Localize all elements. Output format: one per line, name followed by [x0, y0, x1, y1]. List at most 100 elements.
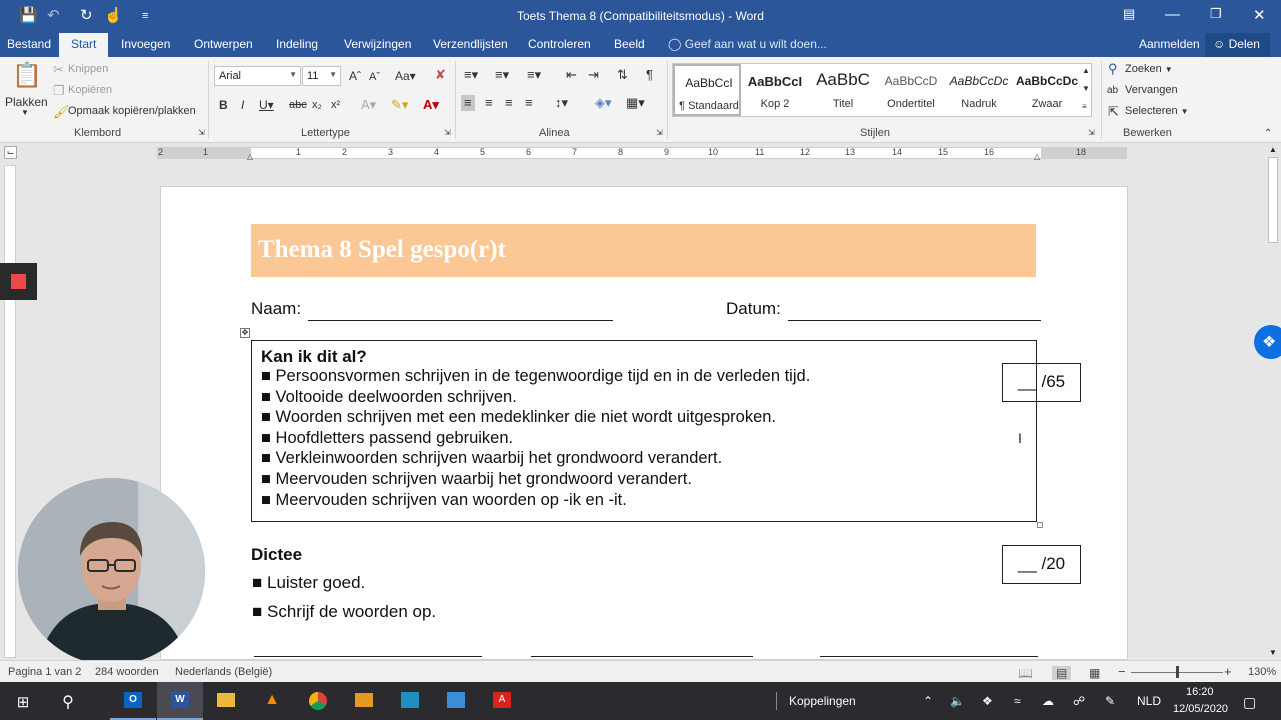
tab-verzendlijsten[interactable]: Verzendlijsten: [433, 37, 508, 51]
word-taskbar-icon[interactable]: W: [157, 682, 203, 720]
wifi-icon[interactable]: ≈: [1014, 694, 1021, 708]
scroll-down-icon[interactable]: ▼: [1269, 648, 1277, 657]
outlook-icon[interactable]: O: [110, 682, 156, 720]
subscript-icon[interactable]: x₂: [312, 97, 322, 113]
underline-icon[interactable]: U▾: [259, 97, 274, 113]
indent-marker-icon[interactable]: △: [247, 152, 253, 161]
tab-start[interactable]: Start: [59, 33, 109, 57]
paragraph-launcher-icon[interactable]: ⇲: [656, 128, 663, 137]
italic-icon[interactable]: I: [241, 97, 244, 113]
style-zwaar[interactable]: AaBbCcDc Zwaar: [1013, 64, 1081, 116]
style-standaard[interactable]: AaBbCcI ¶ Standaard: [673, 64, 741, 116]
collapse-ribbon-icon[interactable]: ⌃: [1264, 128, 1272, 139]
decrease-indent-icon[interactable]: ⇤: [566, 67, 577, 83]
stop-recording-button[interactable]: [0, 263, 37, 300]
borders-icon[interactable]: ▦▾: [626, 95, 645, 111]
tab-selector-icon[interactable]: ⌙: [4, 146, 17, 159]
replace-button[interactable]: Vervangen: [1125, 84, 1178, 96]
align-left-icon[interactable]: ≡: [461, 95, 475, 111]
vlc-icon[interactable]: ▲: [249, 682, 295, 720]
font-color-icon[interactable]: A▾: [423, 97, 439, 113]
tab-beeld[interactable]: Beeld: [614, 37, 645, 51]
web-layout-icon[interactable]: ▦: [1089, 666, 1100, 680]
style-titel[interactable]: AaBbC Titel: [809, 64, 877, 116]
font-size-combo[interactable]: 11 ▼: [302, 66, 341, 86]
increase-indent-icon[interactable]: ⇥: [588, 67, 599, 83]
shading-icon[interactable]: ◈▾: [595, 95, 612, 111]
dropbox-tray-icon[interactable]: ❖: [982, 694, 993, 708]
styles-launcher-icon[interactable]: ⇲: [1088, 128, 1095, 137]
volume-icon[interactable]: 🔈: [950, 694, 965, 708]
bullets-icon[interactable]: ≡▾: [464, 67, 478, 83]
tell-me-search[interactable]: ◯ Geef aan wat u wilt doen...: [668, 37, 827, 51]
table-move-icon[interactable]: ✥: [240, 328, 250, 338]
horizontal-ruler[interactable]: 2 1 1 2 3 4 5 6 7 8 9 10 11 12 13 14 15 …: [157, 147, 1127, 161]
ribbon-display-icon[interactable]: ▤: [1123, 6, 1135, 22]
screen-recorder-icon[interactable]: [387, 682, 433, 720]
paste-icon[interactable]: 📋: [12, 63, 42, 89]
onedrive-icon[interactable]: ☁: [1042, 694, 1054, 708]
links-toolbar[interactable]: Koppelingen: [789, 694, 856, 708]
align-center-icon[interactable]: ≡: [485, 95, 493, 111]
tab-verwijzingen[interactable]: Verwijzingen: [344, 37, 411, 51]
acrobat-icon[interactable]: A: [479, 682, 525, 720]
tab-ontwerpen[interactable]: Ontwerpen: [194, 37, 253, 51]
search-icon[interactable]: ⚲: [45, 682, 91, 720]
style-kop-2[interactable]: AaBbCcI Kop 2: [741, 64, 809, 116]
table-resize-handle[interactable]: [1037, 522, 1043, 528]
windows-start-icon[interactable]: ⊞: [0, 682, 46, 720]
sort-icon[interactable]: ⇅: [617, 67, 628, 83]
word-count[interactable]: 284 woorden: [95, 666, 159, 678]
font-name-combo[interactable]: Arial ▼: [214, 66, 301, 86]
minimize-icon[interactable]: —: [1165, 6, 1180, 23]
tab-controleren[interactable]: Controleren: [528, 37, 591, 51]
language-indicator[interactable]: Nederlands (België): [175, 666, 272, 678]
paste-button[interactable]: Plakken: [5, 95, 48, 109]
page-count[interactable]: Pagina 1 van 2: [8, 666, 81, 678]
pen-icon[interactable]: ✎: [1105, 694, 1115, 708]
document-page[interactable]: Thema 8 Spel gespo(r)t Naam: Datum: ✥ Ka…: [160, 186, 1128, 660]
sign-in-link[interactable]: Aanmelden: [1139, 37, 1200, 51]
styles-scroll-up-icon[interactable]: ▲: [1082, 66, 1090, 75]
tab-invoegen[interactable]: Invoegen: [121, 37, 170, 51]
select-button[interactable]: Selecteren ▼: [1125, 105, 1189, 117]
clock-date[interactable]: 12/05/2020: [1173, 703, 1228, 715]
zoom-level[interactable]: 130%: [1248, 666, 1276, 678]
vertical-ruler[interactable]: [4, 165, 16, 658]
input-language[interactable]: NLD: [1137, 694, 1161, 708]
network-icon[interactable]: ☍: [1073, 694, 1085, 708]
dropbox-icon[interactable]: ❖: [1254, 325, 1281, 359]
shrink-font-icon[interactable]: Aˇ: [369, 69, 380, 85]
chrome-icon[interactable]: [295, 682, 341, 720]
zoom-in-icon[interactable]: +: [1224, 664, 1232, 679]
media-player-icon[interactable]: [341, 682, 387, 720]
clock-time[interactable]: 16:20: [1186, 686, 1214, 698]
show-marks-icon[interactable]: ¶: [646, 67, 653, 83]
vertical-scrollbar[interactable]: ▲ ▼: [1265, 143, 1281, 660]
change-case-icon[interactable]: Aa▾: [395, 68, 416, 84]
notifications-icon[interactable]: ▢: [1243, 694, 1256, 711]
justify-icon[interactable]: ≡: [525, 95, 533, 111]
strikethrough-icon[interactable]: abc: [289, 97, 307, 113]
share-button[interactable]: ☺ Delen: [1205, 33, 1270, 57]
clear-formatting-icon[interactable]: ✘: [435, 67, 446, 83]
style-nadruk[interactable]: AaBbCcDc Nadruk: [945, 64, 1013, 116]
print-layout-icon[interactable]: ▤: [1052, 666, 1072, 680]
styles-more-icon[interactable]: ≡: [1082, 102, 1087, 111]
copy-button[interactable]: Kopiëren: [68, 84, 112, 96]
zoom-out-icon[interactable]: −: [1118, 664, 1126, 679]
style-ondertitel[interactable]: AaBbCcD Ondertitel: [877, 64, 945, 116]
tab-indeling[interactable]: Indeling: [276, 37, 318, 51]
scroll-up-icon[interactable]: ▲: [1269, 145, 1277, 154]
grow-font-icon[interactable]: Aˆ: [349, 68, 361, 84]
show-hidden-icons-icon[interactable]: ⌃: [923, 694, 933, 708]
right-indent-marker-icon[interactable]: △: [1034, 152, 1040, 161]
clipboard-launcher-icon[interactable]: ⇲: [198, 128, 205, 137]
find-button[interactable]: Zoeken ▼: [1125, 63, 1173, 75]
file-explorer-icon[interactable]: [203, 682, 249, 720]
read-mode-icon[interactable]: 📖: [1018, 666, 1033, 680]
close-icon[interactable]: ✕: [1253, 6, 1266, 24]
superscript-icon[interactable]: x²: [331, 97, 340, 113]
numbering-icon[interactable]: ≡▾: [495, 67, 509, 83]
format-painter-button[interactable]: Opmaak kopiëren/plakken: [68, 105, 196, 117]
